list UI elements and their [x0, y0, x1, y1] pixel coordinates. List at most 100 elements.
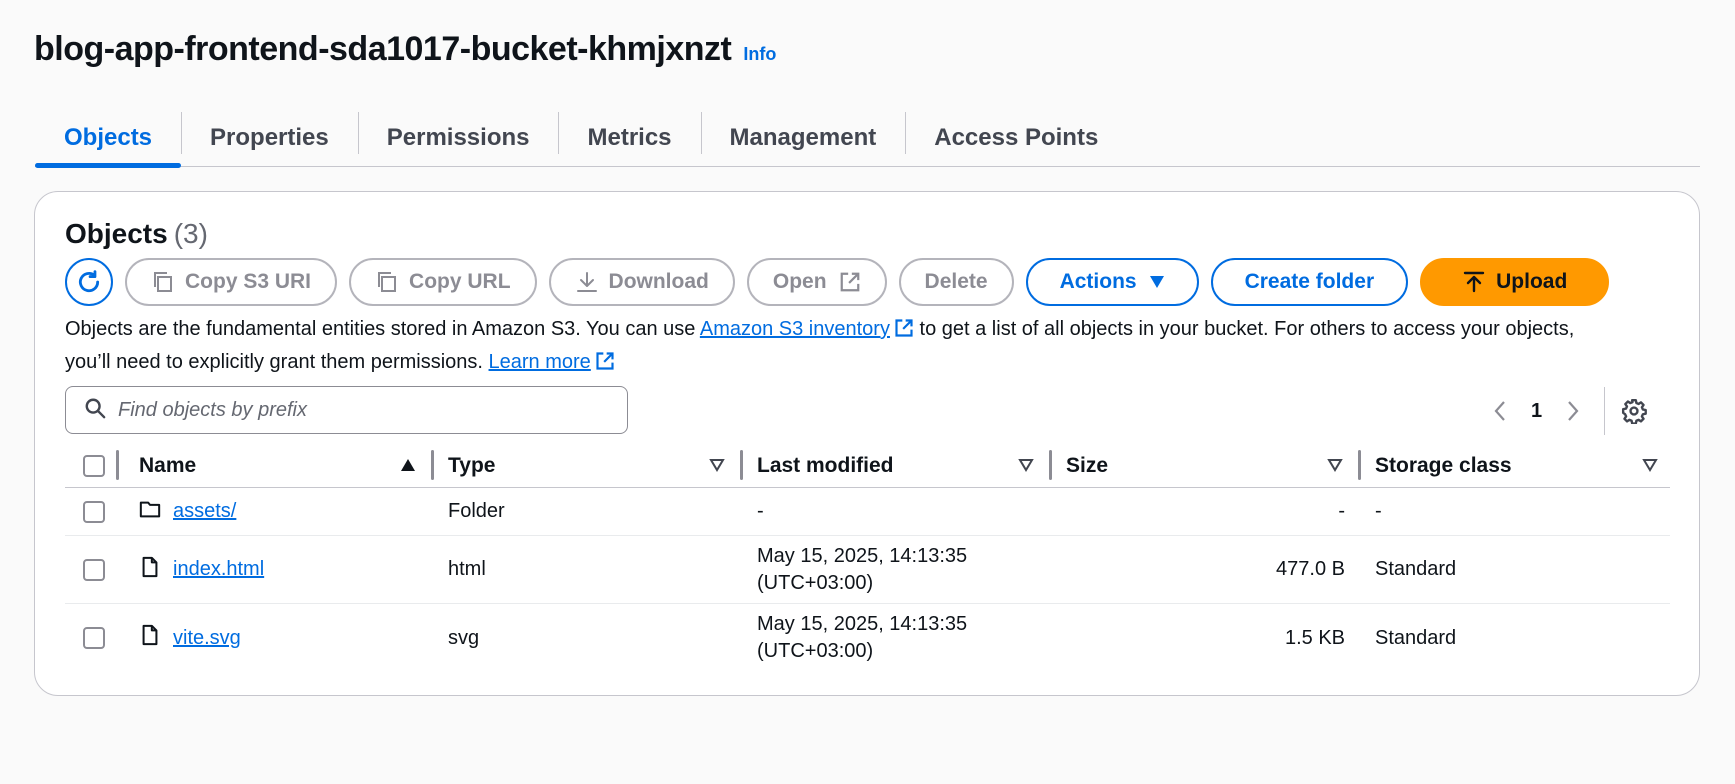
- download-icon: [575, 270, 599, 294]
- last-modified-date: May 15, 2025, 14:13:35: [757, 613, 968, 635]
- table-row[interactable]: index.html html May 15, 2025, 14:13:35 (…: [65, 536, 1670, 604]
- copy-icon: [151, 270, 175, 294]
- storage-class-cell: Standard: [1375, 558, 1457, 580]
- copy-url-button[interactable]: Copy URL: [349, 258, 537, 306]
- type-cell: svg: [448, 626, 480, 649]
- description-text-1: Objects are the fundamental entities sto…: [65, 318, 700, 340]
- external-link-icon: [894, 317, 914, 347]
- tab-objects[interactable]: Objects: [35, 110, 182, 168]
- column-divider[interactable]: [116, 450, 119, 480]
- actions-dropdown[interactable]: Actions: [1025, 258, 1199, 306]
- column-header-storage-class[interactable]: Storage class: [1361, 444, 1670, 487]
- last-modified-cell: May 15, 2025, 14:13:35 (UTC+03:00): [743, 536, 1052, 603]
- storage-class-cell: -: [1375, 500, 1382, 522]
- info-link[interactable]: Info: [743, 44, 776, 65]
- s3-inventory-link[interactable]: Amazon S3 inventory: [700, 318, 890, 340]
- sort-icon[interactable]: [1642, 458, 1658, 472]
- tab-permissions[interactable]: Permissions: [357, 110, 559, 166]
- tab-bar: Objects Properties Permissions Metrics M…: [35, 110, 1700, 168]
- select-all-checkbox[interactable]: [83, 454, 105, 477]
- row-select-cell: [65, 536, 125, 603]
- column-last-modified-label: Last modified: [757, 453, 894, 477]
- download-button[interactable]: Download: [548, 258, 735, 306]
- column-header-last-modified[interactable]: Last modified: [743, 444, 1052, 487]
- row-checkbox[interactable]: [83, 627, 105, 649]
- row-select-cell: [65, 604, 125, 672]
- size-value: 1.5 KB: [1284, 626, 1345, 649]
- create-folder-label: Create folder: [1244, 270, 1375, 293]
- size-value: -: [1338, 500, 1345, 522]
- file-icon: [139, 556, 161, 584]
- external-link-icon: [839, 271, 861, 293]
- objects-toolbar: Copy S3 URI Copy URL Download Open Delet…: [65, 258, 1621, 306]
- column-header-type[interactable]: Type: [434, 444, 743, 487]
- column-header-name[interactable]: Name: [125, 444, 434, 487]
- learn-more-link[interactable]: Learn more: [489, 351, 591, 373]
- next-page-icon[interactable]: [1558, 400, 1588, 422]
- size-cell: 1.5 KB: [1052, 604, 1361, 672]
- tab-access-points[interactable]: Access Points: [905, 110, 1127, 166]
- current-page[interactable]: 1: [1531, 400, 1542, 423]
- sort-icon[interactable]: [1327, 458, 1343, 472]
- table-row[interactable]: vite.svg svg May 15, 2025, 14:13:35 (UTC…: [65, 604, 1670, 672]
- type-cell: html: [448, 558, 486, 580]
- objects-description: Objects are the fundamental entities sto…: [65, 314, 1625, 380]
- sort-ascending-icon[interactable]: [400, 458, 416, 472]
- last-modified-cell: May 15, 2025, 14:13:35 (UTC+03:00): [743, 604, 1052, 672]
- refresh-button[interactable]: [65, 258, 113, 306]
- upload-button[interactable]: Upload: [1420, 258, 1610, 306]
- sort-icon[interactable]: [1018, 458, 1034, 472]
- size-cell: -: [1052, 488, 1361, 535]
- column-header-size[interactable]: Size: [1052, 444, 1361, 487]
- object-name-link[interactable]: assets/: [173, 500, 236, 523]
- caret-down-icon: [1149, 275, 1165, 289]
- create-folder-button[interactable]: Create folder: [1210, 258, 1409, 306]
- sort-icon[interactable]: [709, 458, 725, 472]
- copy-url-label: Copy URL: [409, 270, 511, 293]
- copy-s3-uri-button[interactable]: Copy S3 URI: [125, 258, 338, 306]
- open-label: Open: [772, 270, 827, 293]
- page-title: blog-app-frontend-sda1017-bucket-khmjxnz…: [34, 30, 732, 68]
- download-label: Download: [608, 270, 709, 293]
- page-header: blog-app-frontend-sda1017-bucket-khmjxnz…: [34, 30, 776, 69]
- open-button[interactable]: Open: [746, 258, 887, 306]
- column-name-label: Name: [139, 453, 197, 477]
- search-input[interactable]: [118, 398, 558, 422]
- delete-button[interactable]: Delete: [898, 258, 1014, 306]
- actions-label: Actions: [1059, 270, 1137, 293]
- objects-heading-label: Objects: [65, 218, 168, 249]
- objects-count: (3): [173, 218, 208, 249]
- search-field[interactable]: [65, 386, 628, 434]
- external-link-icon: [595, 350, 615, 380]
- tab-properties[interactable]: Properties: [181, 110, 358, 166]
- table-header: Name Type Last modified Size Storage cla: [65, 444, 1670, 488]
- name-cell: vite.svg: [125, 604, 434, 672]
- name-cell: assets/: [125, 488, 434, 535]
- select-all-cell: [65, 444, 125, 487]
- settings-gear-icon[interactable]: [1621, 398, 1648, 424]
- refresh-icon: [78, 270, 100, 293]
- pagination-divider: [1604, 387, 1606, 435]
- size-value: 477.0 B: [1276, 558, 1345, 580]
- tab-management[interactable]: Management: [700, 110, 906, 166]
- type-cell: Folder: [448, 500, 505, 522]
- object-name-link[interactable]: vite.svg: [173, 627, 241, 650]
- row-checkbox[interactable]: [83, 500, 105, 523]
- last-modified-cell: -: [757, 500, 764, 522]
- folder-icon: [139, 498, 161, 526]
- table-row[interactable]: assets/ Folder - - -: [65, 488, 1670, 536]
- copy-icon: [375, 270, 399, 294]
- last-modified-date: May 15, 2025, 14:13:35: [757, 544, 968, 567]
- column-storage-class-label: Storage class: [1375, 453, 1512, 477]
- search-icon: [84, 397, 106, 424]
- column-size-label: Size: [1066, 453, 1109, 477]
- upload-label: Upload: [1496, 270, 1568, 293]
- row-checkbox[interactable]: [83, 558, 105, 581]
- previous-page-icon[interactable]: [1485, 400, 1515, 422]
- size-cell: 477.0 B: [1052, 536, 1361, 603]
- delete-label: Delete: [924, 270, 988, 293]
- objects-panel: Objects(3) Copy S3 URI Copy URL Downloa: [34, 191, 1700, 696]
- object-name-link[interactable]: index.html: [173, 558, 264, 581]
- tab-metrics[interactable]: Metrics: [558, 110, 700, 166]
- file-icon: [139, 624, 161, 652]
